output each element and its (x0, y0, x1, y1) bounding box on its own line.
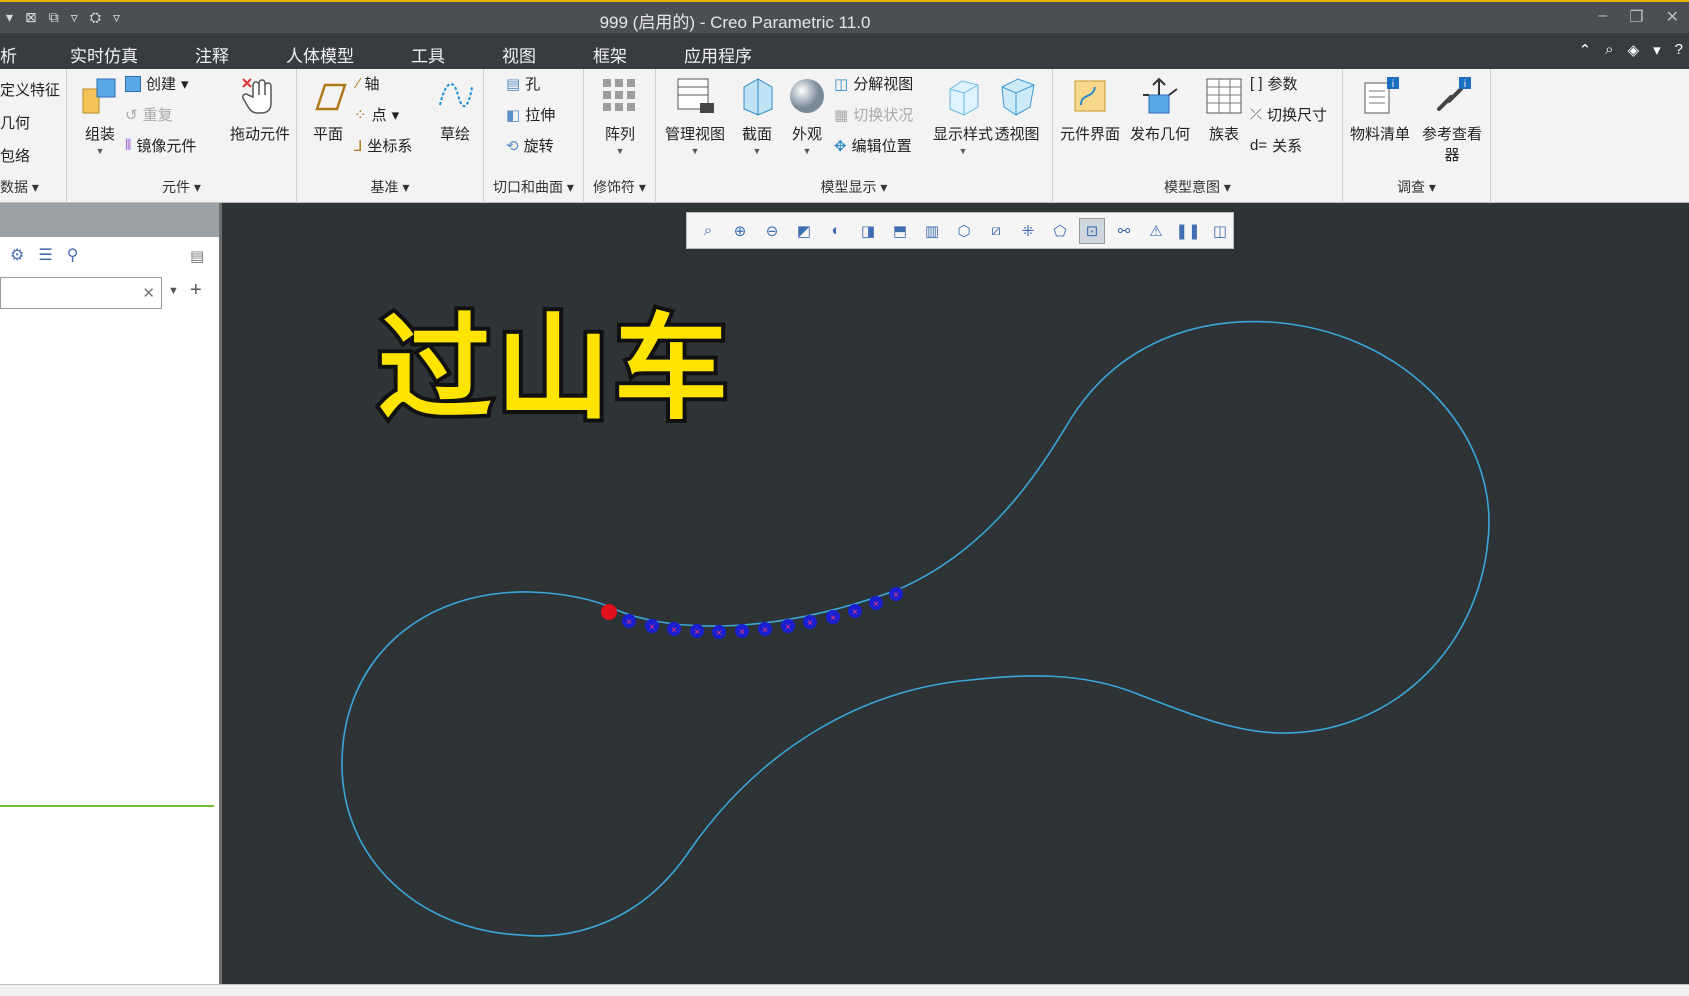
coaster-car-marker: × (830, 613, 836, 624)
coaster-car-marker: × (785, 622, 791, 633)
coaster-lead-car (601, 604, 617, 620)
coaster-car-marker: × (807, 618, 813, 629)
spin-center-icon[interactable]: ⊡ (1079, 217, 1105, 244)
datum-planes-icon[interactable]: ⧄ (983, 218, 1009, 244)
coaster-cars: × × × × × × × × × × × × × (601, 587, 903, 639)
pause-icon[interactable]: ❚❚ (1175, 218, 1201, 244)
refit-icon[interactable]: ⌕ (695, 218, 721, 244)
coaster-car-marker: × (649, 622, 655, 633)
view-toolbar: ⌕ ⊕ ⊖ ◩ ◐ ◨ ⬒ ▥ ⬡ ⧄ ⁜ ⬠ ⊡ ⚯ ⚠ ❚❚ ◫ (686, 212, 1234, 249)
coaster-car-marker: × (739, 627, 745, 638)
coaster-car-marker: × (852, 607, 858, 618)
coaster-car-marker: × (893, 590, 899, 601)
view-manager-icon[interactable]: ⬒ (887, 218, 913, 244)
saved-orientations-icon[interactable]: ◨ (855, 218, 881, 244)
roller-coaster-track: × × × × × × × × × × × × × (341, 320, 1490, 937)
datum-points-icon[interactable]: ⁜ (1015, 218, 1041, 244)
connect-icon[interactable]: ⚯ (1111, 218, 1137, 244)
zoom-in-icon[interactable]: ⊕ (727, 218, 753, 244)
coaster-car-marker: × (626, 617, 632, 628)
status-bar (0, 984, 1689, 996)
zoom-out-icon[interactable]: ⊖ (759, 218, 785, 244)
warning-icon[interactable]: ⚠ (1143, 218, 1169, 244)
coaster-car-marker: × (694, 627, 700, 638)
coaster-car-marker: × (671, 625, 677, 636)
perspective-view-icon[interactable]: ⬡ (951, 218, 977, 244)
annotation-icon[interactable]: ⬠ (1047, 218, 1073, 244)
repaint-icon[interactable]: ◩ (791, 218, 817, 244)
coaster-car-marker: × (762, 625, 768, 636)
display-style-icon[interactable]: ◐ (823, 218, 849, 244)
section-view-icon[interactable]: ▥ (919, 218, 945, 244)
hide-toolbar-icon[interactable]: ◫ (1207, 218, 1233, 244)
video-overlay-title: 过山车 (374, 302, 733, 435)
coaster-car-marker: × (873, 599, 879, 610)
coaster-car-marker: × (716, 628, 722, 639)
